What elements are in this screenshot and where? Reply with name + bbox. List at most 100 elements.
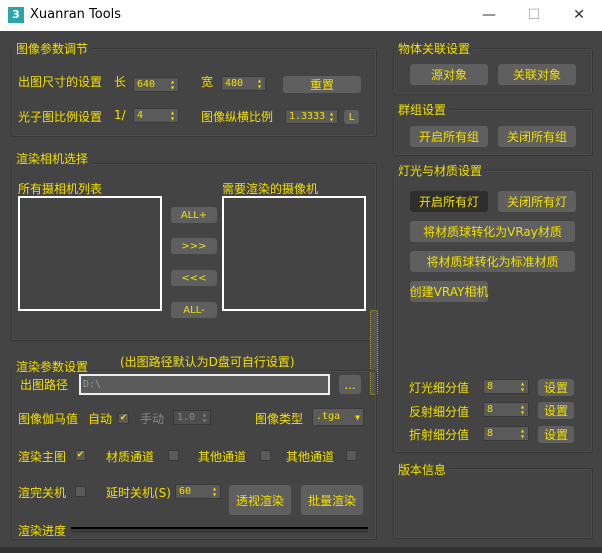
- browse-button[interactable]: ...: [339, 375, 361, 394]
- delay-spinner[interactable]: 60 ▴ ▾: [175, 484, 221, 499]
- aspect-label: 图像纵横比例: [201, 110, 274, 124]
- refr-subdiv-spinner[interactable]: 8 ▴ ▾: [483, 426, 529, 441]
- render-cameras-list[interactable]: [222, 196, 366, 311]
- maximize-button[interactable]: ☐: [511, 0, 557, 31]
- spinner-arrows-icon[interactable]: ▴ ▾: [520, 403, 525, 417]
- add-all-button[interactable]: ALL+: [171, 207, 217, 223]
- convert-standard-button[interactable]: 将材质球转化为标准材质: [410, 251, 575, 272]
- open-all-groups-button[interactable]: 开启所有组: [410, 126, 488, 147]
- manual-label: 手动: [140, 412, 165, 426]
- spinner-arrows-icon[interactable]: ▴ ▾: [170, 78, 175, 92]
- create-vray-camera-button[interactable]: 创建VRAY相机: [410, 281, 488, 302]
- light-title: 灯光与材质设置: [395, 162, 486, 179]
- length-spinner[interactable]: 640 ▴ ▾: [133, 77, 179, 92]
- other1-label: 其他通道: [198, 450, 247, 464]
- lights-on-button[interactable]: 开启所有灯: [410, 191, 488, 212]
- image-params-title: 图像参数调节: [13, 40, 92, 57]
- gamma-value: 1.0: [177, 412, 196, 423]
- spinner-arrows-icon[interactable]: ▴ ▾: [170, 109, 175, 123]
- window-title: Xuanran Tools: [30, 7, 122, 22]
- light-subdiv-label: 灯光细分值: [409, 381, 470, 395]
- lights-off-button[interactable]: 关闭所有灯: [498, 191, 576, 212]
- batch-render-button[interactable]: 批量渲染: [301, 485, 363, 515]
- render-title: 渲染参数设置: [13, 358, 92, 375]
- refr-subdiv-value: 8: [487, 428, 494, 439]
- other2-label: 其他通道: [286, 450, 335, 464]
- other2-checkbox[interactable]: [346, 450, 357, 461]
- light-subdiv-value: 8: [487, 381, 494, 392]
- material-checkbox[interactable]: [168, 450, 179, 461]
- perspective-render-button[interactable]: 透视渲染: [229, 485, 291, 515]
- title-bar: 3 Xuanran Tools — ☐ ✕: [0, 0, 602, 31]
- remove-all-button[interactable]: ALL-: [171, 302, 217, 318]
- object-title: 物体关联设置: [395, 40, 474, 57]
- spinner-arrows-icon[interactable]: ▴ ▾: [212, 485, 217, 499]
- gamma-spinner[interactable]: 1.0 ▴ ▾: [173, 410, 211, 425]
- lock-aspect-button[interactable]: L: [344, 110, 359, 124]
- light-subdiv-spinner[interactable]: 8 ▴ ▾: [483, 379, 529, 394]
- remove-button[interactable]: <<<: [171, 270, 217, 286]
- material-label: 材质通道: [106, 450, 155, 464]
- gamma-label: 图像伽马值: [18, 412, 79, 426]
- width-value: 480: [225, 78, 244, 89]
- path-label: 出图路径: [20, 378, 69, 392]
- close-all-groups-button[interactable]: 关闭所有组: [498, 126, 576, 147]
- refl-subdiv-label: 反射细分值: [409, 405, 470, 419]
- spinner-arrows-icon[interactable]: ▴ ▾: [202, 411, 207, 425]
- shutdown-label: 渲完关机: [18, 486, 67, 500]
- path-input[interactable]: D:\: [79, 374, 330, 395]
- refl-subdiv-spinner[interactable]: 8 ▴ ▾: [483, 402, 529, 417]
- spinner-arrows-icon[interactable]: ▴ ▾: [520, 427, 525, 441]
- spinner-arrows-icon[interactable]: ▴ ▾: [520, 380, 525, 394]
- convert-vray-button[interactable]: 将材质球转化为VRay材质: [410, 221, 575, 242]
- main-checkbox[interactable]: ✔: [75, 450, 86, 461]
- spinner-arrows-icon[interactable]: ▴ ▾: [329, 110, 334, 124]
- render-note: (出图路径默认为D盘可自行设置): [120, 355, 295, 369]
- length-value: 640: [137, 79, 156, 90]
- all-cameras-list[interactable]: [18, 196, 162, 311]
- photon-value: 4: [137, 110, 144, 121]
- close-button[interactable]: ✕: [556, 0, 602, 31]
- source-object-button[interactable]: 源对象: [410, 64, 488, 85]
- add-button[interactable]: >>>: [171, 238, 217, 254]
- camera-title: 渲染相机选择: [13, 150, 92, 167]
- shutdown-checkbox[interactable]: [75, 486, 86, 497]
- progress-bar: [71, 527, 368, 533]
- app-icon: 3: [8, 7, 24, 23]
- light-subdiv-set-button[interactable]: 设置: [538, 379, 574, 396]
- refr-subdiv-set-button[interactable]: 设置: [538, 426, 574, 443]
- main-label: 渲染主图: [18, 450, 67, 464]
- aspect-value: 1.3333: [289, 111, 326, 122]
- progress-label: 渲染进度: [18, 524, 67, 538]
- version-title: 版本信息: [395, 461, 450, 478]
- width-spinner[interactable]: 480 ▴ ▾: [221, 76, 266, 91]
- refr-subdiv-label: 折射细分值: [409, 428, 470, 442]
- width-label: 宽: [201, 75, 214, 89]
- delay-label: 延时关机(S): [106, 486, 171, 500]
- spinner-arrows-icon[interactable]: ▴ ▾: [257, 77, 262, 91]
- link-object-button[interactable]: 关联对象: [498, 64, 576, 85]
- auto-label: 自动: [88, 412, 113, 426]
- version-group: [393, 468, 593, 539]
- dropdown-arrow-icon: ▼: [355, 413, 360, 422]
- photon-spinner[interactable]: 4 ▴ ▾: [133, 108, 179, 123]
- refl-subdiv-value: 8: [487, 404, 494, 415]
- window-bottom-border: [0, 547, 602, 553]
- type-value: .tga: [316, 411, 341, 422]
- all-cameras-label: 所有摄相机列表: [18, 182, 103, 196]
- auto-gamma-checkbox[interactable]: ✔: [118, 413, 129, 424]
- length-label: 长: [114, 75, 127, 89]
- delay-value: 60: [179, 486, 192, 497]
- render-cameras-label: 需要渲染的摄像机: [222, 182, 319, 196]
- other1-checkbox[interactable]: [260, 450, 271, 461]
- refl-subdiv-set-button[interactable]: 设置: [538, 402, 574, 419]
- size-label: 出图尺寸的设置: [18, 75, 103, 89]
- group-settings-title: 群组设置: [395, 101, 450, 118]
- photon-label: 光子图比例设置: [18, 110, 103, 124]
- type-label: 图像类型: [255, 412, 304, 426]
- minimize-button[interactable]: —: [466, 0, 512, 31]
- photon-prefix: 1/: [114, 108, 126, 122]
- aspect-spinner[interactable]: 1.3333 ▴ ▾: [285, 109, 338, 124]
- type-dropdown[interactable]: .tga ▼: [312, 408, 364, 426]
- reset-button[interactable]: 重置: [283, 76, 361, 93]
